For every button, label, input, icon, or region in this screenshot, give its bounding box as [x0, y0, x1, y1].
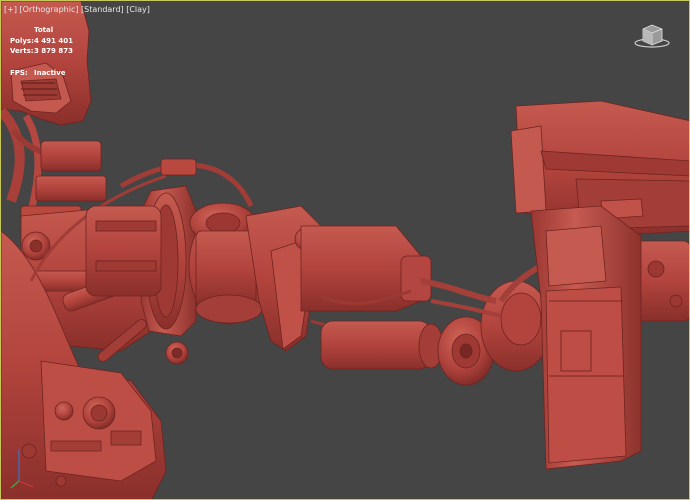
stats-polys-label: Polys: [10, 36, 34, 45]
stats-fps-value: Inactive [34, 68, 66, 77]
viewport-menu-plus[interactable]: [+] [4, 5, 17, 14]
viewcube-icon[interactable] [633, 21, 671, 49]
viewport-menu-projection[interactable]: [Orthographic] [20, 5, 79, 14]
stats-polys-row: Polys: 4 491 401 [10, 36, 73, 47]
stats-fps-row: FPS: Inactive [10, 68, 73, 79]
viewport-menu-shading-clay[interactable]: [Clay] [126, 5, 150, 14]
stats-title: Total [34, 26, 54, 34]
stats-verts-value: 3 879 873 [34, 47, 73, 55]
stats-verts-row: Verts: 3 879 873 [10, 46, 73, 57]
viewport-menu-shading-standard[interactable]: [Standard] [81, 5, 124, 14]
stats-polys-value: 4 491 401 [34, 36, 73, 45]
viewport-label[interactable]: [+] [Orthographic] [Standard] [Clay] [4, 5, 150, 14]
viewport-perspective[interactable]: [+] [Orthographic] [Standard] [Clay] Tot… [0, 0, 690, 500]
viewport-statistics: Total Polys: 4 491 401 Verts: 3 879 873 … [10, 25, 73, 78]
stats-verts-label: Verts: [10, 47, 34, 55]
clay-render-scene [1, 1, 689, 499]
stats-fps-label: FPS: [10, 68, 28, 77]
axis-gizmo-icon [10, 449, 34, 489]
